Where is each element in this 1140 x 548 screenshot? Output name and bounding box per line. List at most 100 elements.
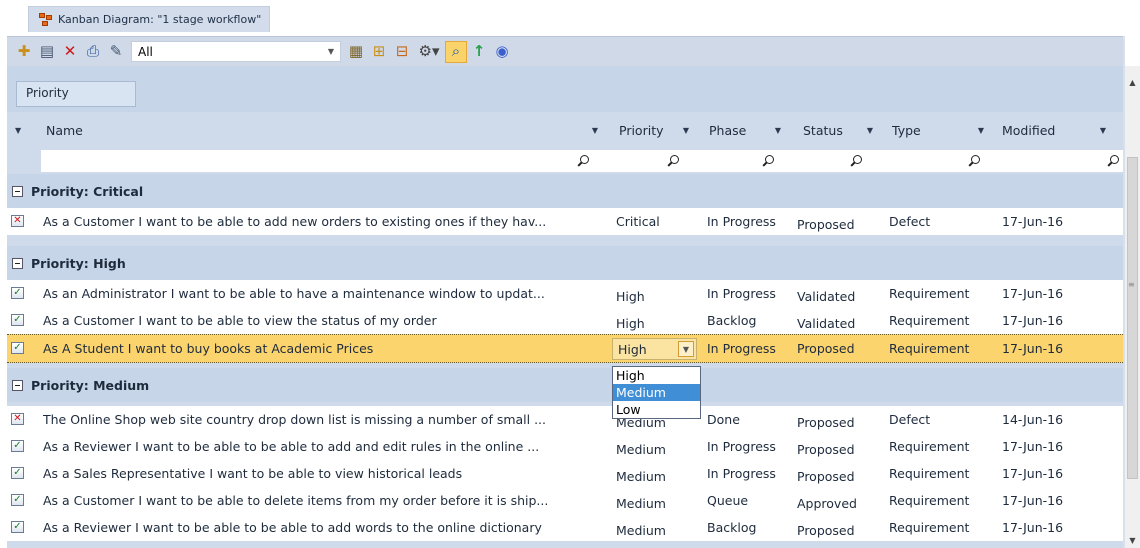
cell-type: Requirement: [889, 439, 970, 454]
name-filter-input[interactable]: [41, 150, 593, 172]
title-bar: Kanban Diagram: "1 stage workflow": [0, 0, 1140, 36]
defect-icon: ✕: [11, 413, 24, 425]
cell-name: As a Customer I want to be able to add n…: [43, 214, 547, 229]
priority-filter-input[interactable]: [593, 150, 683, 172]
group-icon[interactable]: ⊞: [368, 41, 390, 63]
toolbar: ✚ ▤ ✕ ⎙ ✎ All ▼ ▦ ⊞ ⊟ ⚙▾ ⌕ ↑ ◉: [7, 36, 1123, 66]
option-high[interactable]: High: [613, 367, 700, 384]
cell-modified: 17-Jun-16: [1002, 214, 1064, 229]
column-label: Priority: [619, 122, 664, 138]
status-filter-input[interactable]: [778, 150, 866, 172]
cell-type: Requirement: [889, 286, 970, 301]
cell-status: Proposed: [797, 442, 855, 457]
modified-filter-input[interactable]: [984, 150, 1123, 172]
scroll-thumb[interactable]: [1127, 157, 1138, 479]
table-row-selected[interactable]: ✓ As A Student I want to buy books at Ac…: [7, 334, 1123, 363]
cell-modified: 17-Jun-16: [1002, 493, 1064, 508]
settings-icon[interactable]: ⚙▾: [414, 41, 444, 63]
window-title: Kanban Diagram: "1 stage workflow": [58, 13, 262, 26]
table-row[interactable]: ✓ As a Sales Representative I want to be…: [7, 460, 1123, 487]
scroll-down-icon[interactable]: ▼: [1125, 532, 1140, 548]
cell-phase: In Progress: [707, 439, 776, 454]
group-header-high[interactable]: Priority: High: [7, 246, 1123, 280]
vertical-scrollbar[interactable]: ▲ ≡ ▼: [1125, 66, 1140, 548]
table-row[interactable]: ✓ As a Reviewer I want to be able to be …: [7, 514, 1123, 541]
cell-priority: Medium: [616, 469, 666, 484]
column-type[interactable]: Type ▼: [892, 112, 992, 148]
column-priority[interactable]: Priority ▼: [619, 112, 697, 148]
column-name[interactable]: Name ▼: [46, 112, 606, 148]
table-row[interactable]: ✓ As a Customer I want to be able to vie…: [7, 307, 1123, 334]
priority-dropdown-value: High: [618, 341, 647, 357]
cell-type: Requirement: [889, 313, 970, 328]
chevron-down-icon: ▼: [774, 125, 781, 135]
chevron-down-icon[interactable]: ▼: [678, 341, 694, 357]
element-list-icon[interactable]: ▦: [345, 41, 367, 63]
chevron-down-icon: ▼: [15, 125, 22, 135]
cell-priority: Medium: [616, 523, 666, 538]
column-label: Modified: [1002, 122, 1056, 138]
cell-name: As a Reviewer I want to be able to be ab…: [43, 439, 540, 454]
grip-icon: ≡: [1128, 280, 1135, 289]
column-status[interactable]: Status ▼: [803, 112, 881, 148]
cell-phase: Backlog: [707, 520, 757, 535]
option-medium[interactable]: Medium: [613, 384, 700, 401]
group-chip-label: Priority: [26, 86, 69, 100]
table-row[interactable]: ✕ The Online Shop web site country drop …: [7, 406, 1123, 433]
cell-priority: High: [616, 316, 645, 331]
table-row[interactable]: ✕ As a Customer I want to be able to add…: [7, 208, 1123, 235]
cell-phase: Done: [707, 412, 740, 427]
option-low[interactable]: Low: [613, 401, 700, 418]
chevron-down-icon: ▼: [591, 125, 598, 135]
cell-modified: 17-Jun-16: [1002, 466, 1064, 481]
up-arrow-icon[interactable]: ↑: [468, 41, 490, 63]
search-icon: [968, 155, 980, 167]
cell-priority: Medium: [616, 496, 666, 511]
collapse-icon[interactable]: [12, 185, 23, 197]
column-header: ▼ Name ▼ Priority ▼ Phase ▼ Status ▼ Typ…: [7, 112, 1123, 148]
document-tab[interactable]: Kanban Diagram: "1 stage workflow": [28, 6, 271, 32]
cell-priority: High: [616, 289, 645, 304]
cell-phase: In Progress: [707, 466, 776, 481]
print-icon[interactable]: ⎙: [82, 41, 104, 63]
group-by-priority-chip[interactable]: Priority: [16, 81, 136, 107]
cell-phase: In Progress: [707, 286, 776, 301]
chevron-down-icon: ▼: [866, 125, 873, 135]
cell-modified: 17-Jun-16: [1002, 341, 1064, 356]
collapse-icon[interactable]: [12, 257, 23, 269]
collapse-icon[interactable]: [12, 379, 23, 391]
phase-filter-input[interactable]: [683, 150, 778, 172]
column-modified[interactable]: Modified ▼: [1002, 112, 1114, 148]
cell-phase: Queue: [707, 493, 749, 508]
table-row[interactable]: ✓ As an Administrator I want to be able …: [7, 280, 1123, 307]
priority-dropdown[interactable]: High ▼: [612, 338, 697, 360]
cell-type: Requirement: [889, 493, 970, 508]
cell-phase: Backlog: [707, 313, 757, 328]
cell-priority: Medium: [616, 442, 666, 457]
edit-icon[interactable]: ✎: [105, 41, 127, 63]
cell-status: Proposed: [797, 415, 855, 430]
new-element-icon[interactable]: ✚: [13, 41, 35, 63]
group-header-critical[interactable]: Priority: Critical: [7, 174, 1123, 208]
search-icon[interactable]: ⌕: [445, 40, 467, 63]
type-filter-input[interactable]: [866, 150, 984, 172]
table-row[interactable]: ✓ As a Reviewer I want to be able to be …: [7, 433, 1123, 460]
properties-icon[interactable]: ▤: [36, 41, 58, 63]
group-header-medium[interactable]: Priority: Medium: [7, 368, 1123, 402]
search-icon: [667, 155, 679, 167]
column-phase[interactable]: Phase ▼: [709, 112, 789, 148]
requirement-icon: ✓: [11, 440, 24, 452]
row-options-header[interactable]: ▼: [15, 112, 41, 148]
hierarchy-icon[interactable]: ⊟: [391, 41, 413, 63]
cell-priority: Critical: [616, 214, 660, 229]
search-icon: [762, 155, 774, 167]
delete-icon[interactable]: ✕: [59, 41, 81, 63]
cell-status: Validated: [797, 289, 856, 304]
help-icon[interactable]: ◉: [491, 41, 513, 63]
cell-status: Proposed: [797, 523, 855, 538]
cell-type: Defect: [889, 214, 931, 229]
table-row[interactable]: ✓ As a Customer I want to be able to del…: [7, 487, 1123, 514]
filter-combo[interactable]: All ▼: [131, 41, 341, 62]
filter-row: [7, 148, 1123, 174]
scroll-up-icon[interactable]: ▲: [1125, 74, 1140, 90]
